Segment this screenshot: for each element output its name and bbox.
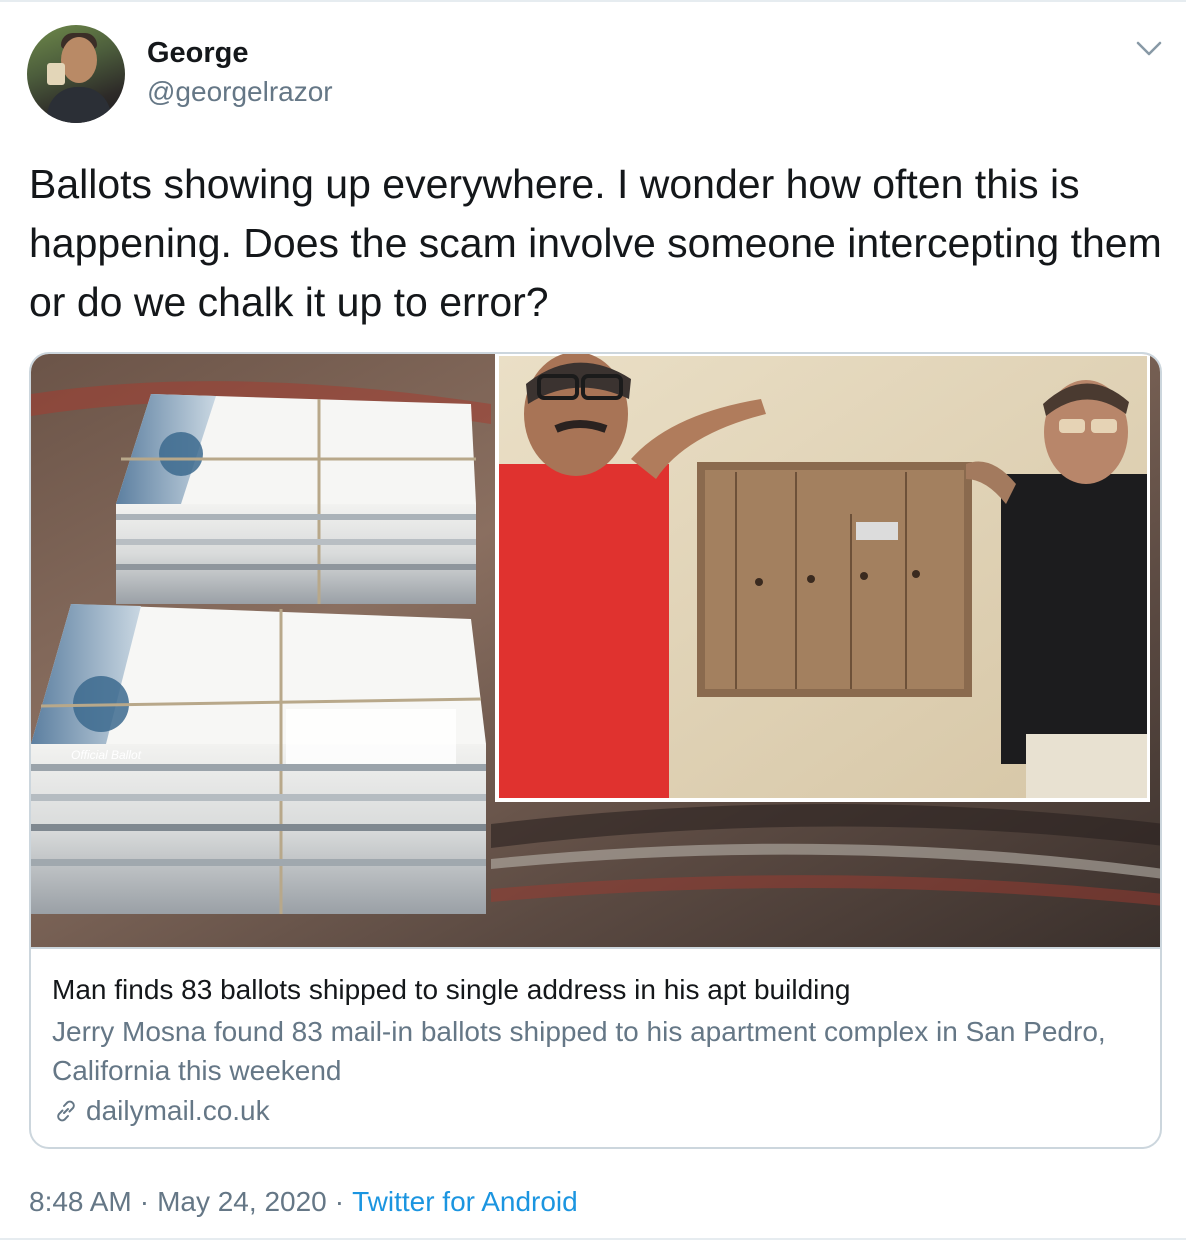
tweet-date[interactable]: May 24, 2020: [157, 1186, 327, 1217]
link-icon: [57, 1100, 75, 1122]
top-divider: [0, 0, 1186, 2]
meta-separator: ·: [334, 1186, 345, 1217]
meta-separator: ·: [139, 1186, 150, 1217]
bottom-divider: [0, 1238, 1186, 1240]
card-title[interactable]: Man finds 83 ballots shipped to single a…: [52, 972, 1142, 1008]
avatar[interactable]: [27, 25, 125, 123]
tweet-time[interactable]: 8:48 AM: [29, 1186, 132, 1217]
card-image[interactable]: Official Ballot: [31, 354, 1162, 949]
envelope-label: Official Ballot: [71, 748, 142, 762]
tweet-meta: 8:48 AM · May 24, 2020 · Twitter for Android: [29, 1184, 578, 1220]
avatar-shirt: [47, 87, 111, 123]
author-handle[interactable]: @georgelrazor: [147, 75, 333, 109]
card-description: Jerry Mosna found 83 mail-in ballots shi…: [52, 1016, 1106, 1086]
avatar-cup: [47, 63, 65, 85]
card-domain: dailymail.co.uk: [86, 1095, 270, 1126]
tweet-text: Ballots showing up everywhere. I wonder …: [29, 161, 1162, 325]
card-divider: [31, 947, 1160, 949]
tweet-source-link[interactable]: Twitter for Android: [352, 1186, 578, 1217]
author-name[interactable]: George: [147, 36, 249, 70]
link-card[interactable]: Official Ballot Man finds 83 ballots shi…: [29, 352, 1162, 1149]
chevron-down-icon[interactable]: [1134, 36, 1164, 60]
card-domain-row[interactable]: dailymail.co.uk: [52, 1093, 270, 1129]
avatar-head: [61, 37, 97, 83]
